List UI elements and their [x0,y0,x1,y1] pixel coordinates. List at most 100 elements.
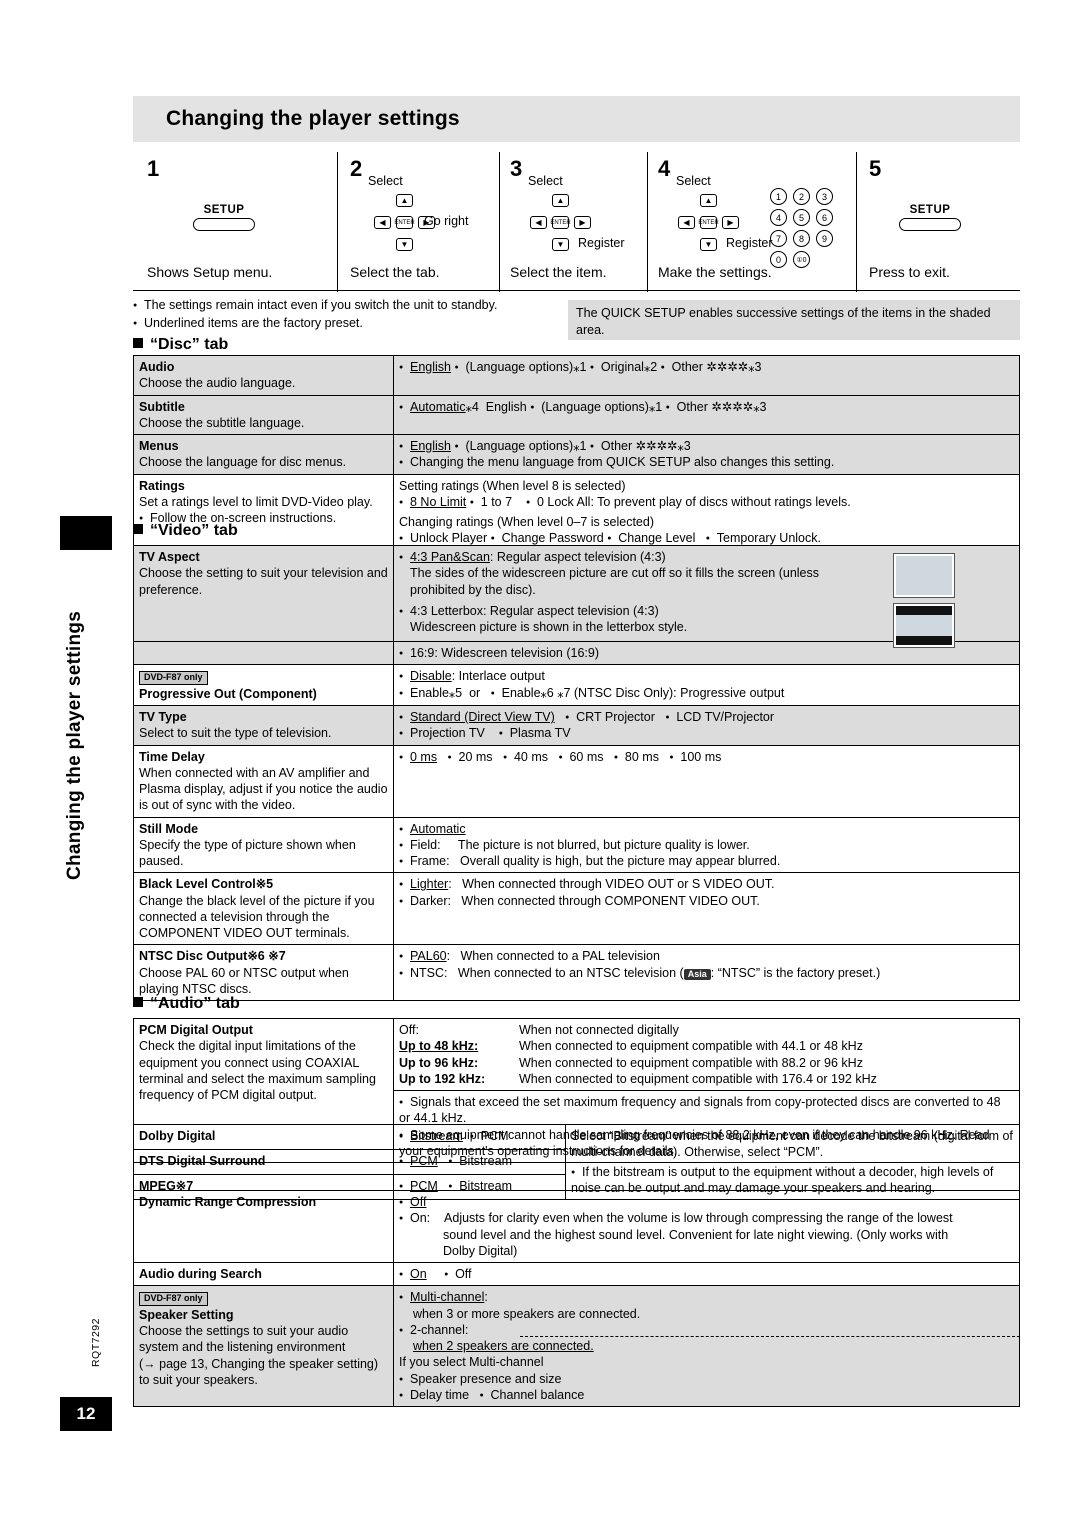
num-key-9: 9 [816,230,833,247]
speaker-callout-right [1019,1336,1020,1396]
table-row: DVD-F87 only Speaker Setting Choose the … [133,1285,1020,1407]
num-key-3: 3 [816,188,833,205]
table-row: NTSC Disc Output※6 ※7 Choose PAL 60 or N… [133,944,1020,1002]
bullet-icon [530,399,541,415]
video-progressive-cell: DVD-F87 only Progressive Out (Component) [133,664,394,707]
cursor-up-key-2: ▲ [396,194,413,207]
bullet-icon [399,685,410,701]
step-4-caption: Make the settings. [658,264,772,280]
disc-audio-desc: Choose the audio language. [139,376,296,391]
disc-subtitle-options: Automatic⁎4 English (Language options)⁎1… [393,394,1020,435]
video-blacklevel-cell: Black Level Control※5 Change the black l… [133,872,394,946]
bullet-icon [590,359,601,375]
bullet-icon [399,438,410,454]
section-disc-tab: “Disc” tab [133,336,228,354]
num-key-5: 5 [793,209,810,226]
pcm-192-text: When connected to equipment compatible w… [519,1071,877,1086]
bullet-icon [399,821,410,837]
table-row: Ratings Set a ratings level to limit DVD… [133,473,1020,551]
pcm-option-row: Up to 96 kHz: When connected to equipmen… [399,1055,1014,1071]
bullet-icon [399,725,410,741]
numpad-row-3: 7 8 9 [770,230,846,247]
video-progressive-name: Progressive Out (Component) [139,686,317,701]
pcm-note-1: Signals that exceed the set maximum freq… [399,1094,1014,1127]
disc-menus-options: English (Language options)⁎1 Other ✲✲✲✲⁎… [393,434,1020,475]
cursor-down-key-3: ▼ [552,238,569,251]
bullet-icon [399,359,410,375]
step-1-number: 1 [147,156,160,181]
pcm-option-row: Off: When not connected digitally [399,1022,1014,1038]
blacklevel-line-2: Darker: When connected through COMPONENT… [399,893,1014,909]
audio-drc-name: Dynamic Range Compression [139,1195,317,1209]
cursor-up-key-4: ▲ [700,194,717,207]
setup-button-graphic-1: SETUP [193,204,255,231]
stillmode-line-1: Automatic [399,821,1014,837]
cursor-right-key-3: ▶ [574,216,591,229]
video-ntsc-cell: NTSC Disc Output※6 ※7 Choose PAL 60 or N… [133,944,394,1002]
speaker-line-4: when 2 speakers are connected. [413,1339,594,1353]
pcm-48-text: When connected to equipment compatible w… [519,1039,863,1054]
bullet-icon [133,298,144,312]
enter-key-4: ENTER [698,216,719,229]
note-2-text: Underlined items are the factory preset. [144,316,363,330]
audio-dts-cell: DTS Digital Surround [133,1149,394,1175]
bullet-icon [661,359,672,375]
audio-search-name: Audio during Search [139,1267,262,1281]
video-stillmode-cell: Still Mode Specify the type of picture s… [133,816,394,874]
table-row: Black Level Control※5 Change the black l… [133,872,1020,946]
audio-table-streams: Dolby Digital Bitstream PCM Select “Bits… [133,1124,1020,1200]
bullet-icon [526,494,537,510]
video-progressive-options: Disable: Interlace output Enable⁎5 or En… [393,664,1020,707]
disc-menus-line-1: English (Language options)⁎1 Other ✲✲✲✲⁎… [399,438,1014,454]
step-3: 3 Select ▲ ◀ ENTER ▶ ▼ Register Select t… [500,152,648,292]
tvtype-line-1: Standard (Direct View TV) CRT Projector … [399,709,1014,725]
table-row: PCM Digital Output Check the digital inp… [133,1018,1020,1163]
disc-audio-options: English (Language options)⁎1 Original⁎2 … [393,355,1020,396]
bullet-icon [399,1094,410,1110]
audio-dolby-options: Bitstream PCM [393,1124,566,1150]
audio-stream-notes: Select “Bitstream” when the equipment ca… [565,1124,1020,1200]
step-2-caption: Select the tab. [350,264,440,280]
enter-key-3: ENTER [550,216,571,229]
steps-strip: 1 SETUP Shows Setup menu. 2 Select ▲ ◀ E… [133,152,1020,292]
step-2: 2 Select ▲ ◀ ENTER ▶ ▼ Go right Select t… [338,152,500,292]
step-5-number: 5 [869,156,882,181]
speaker-sub-3: Delay time Channel balance [399,1387,1014,1403]
bullet-icon [590,438,601,454]
bullet-icon [399,749,410,765]
tv-aspect-letterbox-thumbnail [893,603,955,648]
step-1: 1 SETUP Shows Setup menu. [133,152,338,292]
step-3-register-label: Register [578,236,625,250]
num-key-1: 1 [770,188,787,205]
section-marker [133,997,143,1007]
audio-drc-cell: Dynamic Range Compression [133,1190,394,1263]
setup-button-label-5: SETUP [909,204,951,216]
dvd-f87-only-tag: DVD-F87 only [139,671,208,685]
cursor-down-key-2: ▼ [396,238,413,251]
numpad-row-4: 0 ①0 [770,251,846,268]
numeric-keypad: 1 2 3 4 5 6 7 8 9 0 ①0 [770,188,846,272]
step-1-caption: Shows Setup menu. [147,264,273,280]
video-timedelay-cell: Time Delay When connected with an AV amp… [133,744,394,818]
quick-setup-note: The QUICK SETUP enables successive setti… [568,300,1020,340]
bullet-icon [399,1289,410,1305]
video-table: TV Aspect Choose the setting to suit you… [133,545,1020,1002]
bullet-icon [665,709,676,725]
bullet-icon [448,1153,459,1169]
disc-subtitle-name: Subtitle [139,399,185,414]
blacklevel-line-1: Lighter: When connected through VIDEO OU… [399,876,1014,892]
stillmode-line-2: Field: The picture is not blurred, but p… [399,837,1014,853]
section-marker [133,524,143,534]
video-blacklevel-desc: Change the black level of the picture if… [139,893,375,941]
table-row: TV Type Select to suit the type of telev… [133,705,1020,746]
stillmode-line-3: Frame: Overall quality is high, but the … [399,853,1014,869]
pcm-48-label: Up to 48 kHz: [399,1039,479,1054]
table-row: Menus Choose the language for disc menus… [133,434,1020,475]
bullet-icon [133,316,144,330]
audio-speaker-name: Speaker Setting [139,1307,234,1322]
disc-subtitle-desc: Choose the subtitle language. [139,415,305,430]
audio-speaker-desc-3: (→ page 13, Changing the speaker setting… [139,1356,379,1371]
num-key-0: 0 [770,251,787,268]
step-3-caption: Select the item. [510,264,607,280]
dvd-f87-only-tag-speaker: DVD-F87 only [139,1292,208,1306]
